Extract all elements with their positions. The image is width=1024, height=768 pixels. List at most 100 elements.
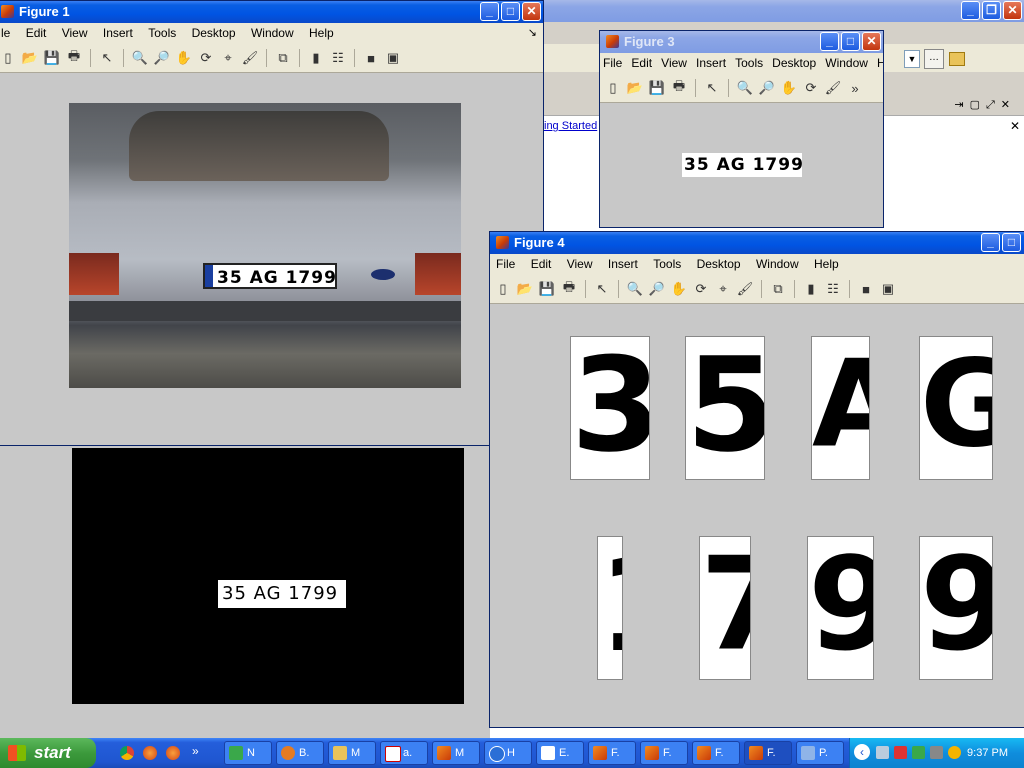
link-plot-icon[interactable]: ⧉: [768, 279, 788, 299]
dock-arrow-icon[interactable]: ↘: [528, 26, 537, 39]
taskbar-item-2[interactable]: B.: [276, 741, 324, 765]
menu-tools[interactable]: Tools: [647, 254, 687, 275]
firefox-quicklaunch-icon[interactable]: [143, 746, 157, 760]
browse-button[interactable]: …: [924, 49, 944, 69]
dropdown-arrow-icon[interactable]: ▼: [904, 50, 920, 68]
open-file-icon[interactable]: 📂: [20, 48, 40, 68]
menu-desktop[interactable]: Desktop: [691, 254, 747, 275]
zoom-out-icon[interactable]: 🔎: [757, 78, 777, 98]
menu-edit[interactable]: Edit: [20, 23, 53, 44]
taskbar-item-11[interactable]: F.: [744, 741, 792, 765]
zoom-in-icon[interactable]: 🔍: [625, 279, 645, 299]
menu-file[interactable]: le: [0, 23, 16, 44]
menu-tools[interactable]: Tools: [142, 23, 182, 44]
panel-controls[interactable]: ⇥▢⤢✕: [954, 98, 1016, 112]
new-figure-icon[interactable]: ▯: [603, 78, 623, 98]
folder-up-icon[interactable]: [949, 52, 965, 66]
print-icon[interactable]: 🖶: [64, 48, 84, 68]
taskbar-item-3[interactable]: M: [328, 741, 376, 765]
matlab-titlebar[interactable]: _ ❐ ✕: [544, 0, 1024, 22]
colorbar-icon[interactable]: ▮: [306, 48, 326, 68]
zoom-in-icon[interactable]: 🔍: [130, 48, 150, 68]
close-icon[interactable]: ✕: [522, 2, 541, 21]
volume-icon[interactable]: [930, 746, 943, 759]
network-icon[interactable]: [876, 746, 889, 759]
hide-plot-tools-icon[interactable]: ■: [856, 279, 876, 299]
close-icon[interactable]: ✕: [1003, 1, 1022, 20]
menu-insert[interactable]: Insert: [97, 23, 139, 44]
zoom-out-icon[interactable]: 🔎: [152, 48, 172, 68]
menu-help[interactable]: Help: [808, 254, 845, 275]
menu-tools[interactable]: Tools: [732, 53, 766, 74]
taskbar-item-7[interactable]: E.: [536, 741, 584, 765]
menu-view[interactable]: View: [561, 254, 599, 275]
toolbar-overflow-icon[interactable]: »: [845, 78, 865, 98]
save-icon[interactable]: 💾: [537, 279, 557, 299]
pan-hand-icon[interactable]: ✋: [174, 48, 194, 68]
print-icon[interactable]: 🖶: [669, 78, 689, 98]
maximize-icon[interactable]: □: [501, 2, 520, 21]
rotate-3d-icon[interactable]: ⟳: [691, 279, 711, 299]
data-cursor-icon[interactable]: ⌖: [713, 279, 733, 299]
clock[interactable]: 9:37 PM: [967, 738, 1008, 768]
minimize-icon[interactable]: _: [820, 32, 839, 51]
rotate-3d-icon[interactable]: ⟳: [801, 78, 821, 98]
show-plot-tools-icon[interactable]: ▣: [878, 279, 898, 299]
pan-hand-icon[interactable]: ✋: [779, 78, 799, 98]
menu-file[interactable]: File: [490, 254, 521, 275]
close-icon[interactable]: ✕: [862, 32, 881, 51]
save-icon[interactable]: 💾: [42, 48, 62, 68]
menu-window[interactable]: Window: [245, 23, 300, 44]
shield-icon[interactable]: [894, 746, 907, 759]
edit-plot-arrow-icon[interactable]: ↖: [702, 78, 722, 98]
menu-desktop[interactable]: Desktop: [769, 53, 819, 74]
menu-view[interactable]: View: [658, 53, 690, 74]
chrome-quicklaunch-icon[interactable]: [120, 746, 134, 760]
taskbar-item-1[interactable]: N: [224, 741, 272, 765]
taskbar-item-5[interactable]: M: [432, 741, 480, 765]
show-plot-tools-icon[interactable]: ▣: [383, 48, 403, 68]
hide-plot-tools-icon[interactable]: ■: [361, 48, 381, 68]
maximize-icon[interactable]: □: [841, 32, 860, 51]
brush-icon[interactable]: 🖌: [240, 48, 260, 68]
getting-started-link[interactable]: ing Started: [544, 120, 597, 132]
data-cursor-icon[interactable]: ⌖: [218, 48, 238, 68]
restore-icon[interactable]: ❐: [982, 1, 1001, 20]
colorbar-icon[interactable]: ▮: [801, 279, 821, 299]
taskbar-item-4[interactable]: a.: [380, 741, 428, 765]
open-file-icon[interactable]: 📂: [515, 279, 535, 299]
taskbar-item-12[interactable]: P.: [796, 741, 844, 765]
menu-desktop[interactable]: Desktop: [186, 23, 242, 44]
app-tray-icon[interactable]: [912, 746, 925, 759]
rotate-3d-icon[interactable]: ⟳: [196, 48, 216, 68]
print-icon[interactable]: 🖶: [559, 279, 579, 299]
minimize-icon[interactable]: _: [981, 233, 1000, 252]
menu-help[interactable]: Help: [874, 53, 883, 74]
menu-edit[interactable]: Edit: [628, 53, 655, 74]
legend-icon[interactable]: ☷: [823, 279, 843, 299]
minimize-icon[interactable]: _: [480, 2, 499, 21]
start-button[interactable]: start: [0, 738, 96, 768]
open-file-icon[interactable]: 📂: [625, 78, 645, 98]
maximize-icon[interactable]: □: [1002, 233, 1021, 252]
menu-view[interactable]: View: [56, 23, 94, 44]
tray-expand-icon[interactable]: ‹: [854, 744, 870, 760]
menu-edit[interactable]: Edit: [525, 254, 558, 275]
menu-help[interactable]: Help: [303, 23, 340, 44]
zoom-out-icon[interactable]: 🔎: [647, 279, 667, 299]
close-icon[interactable]: ✕: [1010, 119, 1020, 133]
menu-window[interactable]: Window: [822, 53, 871, 74]
edit-plot-arrow-icon[interactable]: ↖: [592, 279, 612, 299]
edit-plot-arrow-icon[interactable]: ↖: [97, 48, 117, 68]
figure4-titlebar[interactable]: Figure 4 _ □: [490, 232, 1024, 254]
menu-insert[interactable]: Insert: [693, 53, 729, 74]
save-icon[interactable]: 💾: [647, 78, 667, 98]
brush-icon[interactable]: 🖌: [735, 279, 755, 299]
menu-file[interactable]: File: [600, 53, 625, 74]
taskbar-item-10[interactable]: F.: [692, 741, 740, 765]
pan-hand-icon[interactable]: ✋: [669, 279, 689, 299]
link-plot-icon[interactable]: ⧉: [273, 48, 293, 68]
quicklaunch-overflow-icon[interactable]: »: [192, 744, 199, 758]
zoom-in-icon[interactable]: 🔍: [735, 78, 755, 98]
menu-window[interactable]: Window: [750, 254, 805, 275]
